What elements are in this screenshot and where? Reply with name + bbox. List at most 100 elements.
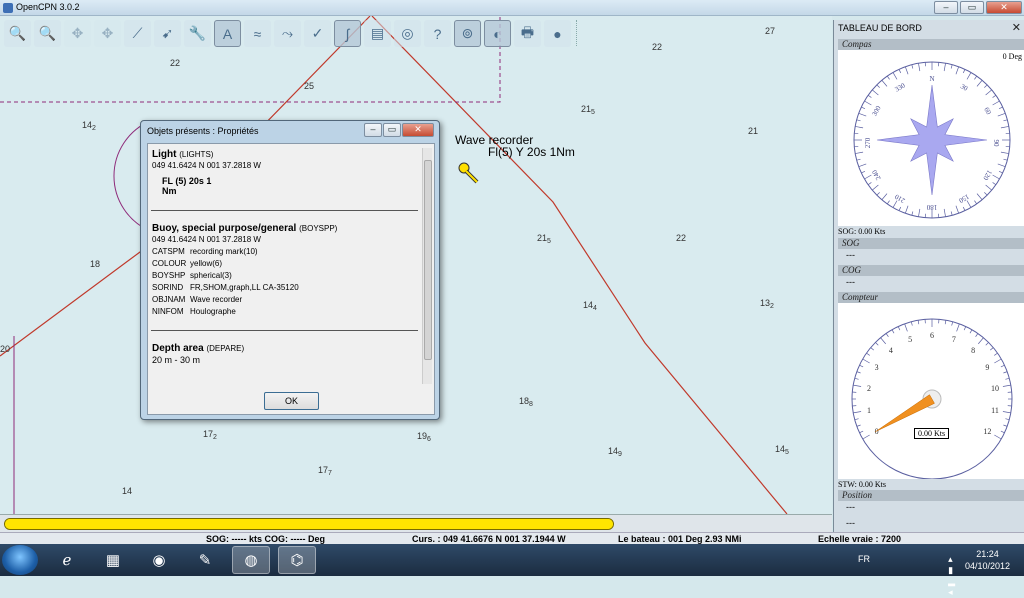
gauge-tick-label: 7 <box>952 335 956 344</box>
scale-in-icon[interactable]: ✥ <box>64 20 91 47</box>
attribute-value: FR,SHOM,graph,LL CA-35120 <box>190 283 299 292</box>
buoy-position: 049 41.6424 N 001 37.2818 W <box>152 235 421 244</box>
attribute-value: recording mark(10) <box>190 247 258 256</box>
depth-sounding: 25 <box>304 81 314 91</box>
light-fl-line2: Nm <box>162 186 421 196</box>
depth-sounding: 172 <box>203 429 217 441</box>
clock[interactable]: 21:2404/10/2012 <box>965 548 1010 572</box>
attribute-row: OBJNAMWave recorder <box>152 295 421 304</box>
attribute-key: CATSPM <box>152 247 190 256</box>
dialog-minimize-button[interactable]: – <box>364 123 382 137</box>
windows-taskbar: ℯ ▦ ◉ ✎ ◍ ⌬ FR ▴ ▮ ▂ ◂ 21:2404/10/2012 <box>0 544 1024 576</box>
ok-button[interactable]: OK <box>264 392 319 410</box>
dialog-scrollbar[interactable] <box>422 148 432 384</box>
buoy-name: Buoy, special purpose/general <box>152 223 296 234</box>
zoom-out-icon[interactable]: 🔍 <box>34 20 61 47</box>
ie-icon[interactable]: ℯ <box>48 546 86 574</box>
tray-icons[interactable]: ▴ ▮ ▂ ◂ <box>948 554 958 598</box>
settings-icon[interactable]: 🔧 <box>184 20 211 47</box>
info-bar: SOG: ----- kts COG: ----- Deg Curs. : 04… <box>0 532 1024 544</box>
depth-sounding: 27 <box>765 26 775 36</box>
help-icon[interactable]: ? <box>424 20 451 47</box>
scale-out-icon[interactable]: ✥ <box>94 20 121 47</box>
gauge-tick-label: 0 <box>875 427 879 436</box>
gauge-tick-label: 5 <box>908 335 912 344</box>
sog-cog-readout: SOG: ----- kts COG: ----- Deg <box>206 534 325 544</box>
track-icon[interactable]: ∫ <box>334 20 361 47</box>
route-icon[interactable]: ⟋ <box>124 20 151 47</box>
layers-icon[interactable]: ▤ <box>364 20 391 47</box>
attribute-key: COLOUR <box>152 259 190 268</box>
maximize-button[interactable]: ▭ <box>960 1 984 14</box>
depth-sounding: 142 <box>82 120 96 132</box>
opencpn-task-icon[interactable]: ⌬ <box>278 546 316 574</box>
scrollbar-thumb[interactable] <box>424 160 432 360</box>
current-icon[interactable]: ⤳ <box>274 20 301 47</box>
text-icon[interactable]: A <box>214 20 241 47</box>
attribute-key: OBJNAM <box>152 295 190 304</box>
attribute-value: yellow(6) <box>190 259 222 268</box>
compass-sog-label: SOG: 0.00 Kts <box>838 227 885 236</box>
gauge-tick-label: 3 <box>875 363 879 372</box>
toolbar-grip[interactable] <box>576 20 579 46</box>
gauge-tick-label: 1 <box>867 406 871 415</box>
depth-sounding: 22 <box>652 42 662 52</box>
globe-icon[interactable]: ◐ <box>484 20 511 47</box>
explorer-icon[interactable]: ▦ <box>94 546 132 574</box>
scale-readout: Echelle vraie : 7200 <box>818 534 901 544</box>
cog-header: COG <box>838 265 1024 276</box>
compass-tick-label: 90 <box>992 140 1000 148</box>
depth-sounding: 215 <box>537 233 551 245</box>
close-button[interactable]: ✕ <box>986 1 1022 14</box>
attribute-key: NINFOM <box>152 307 190 316</box>
language-indicator[interactable]: FR <box>858 554 870 564</box>
depth-sounding: 145 <box>775 444 789 456</box>
compass-tick-label: 180 <box>926 203 937 211</box>
attribute-value: spherical(3) <box>190 271 232 280</box>
about-icon[interactable]: ● <box>544 20 571 47</box>
paint-icon[interactable]: ✎ <box>186 546 224 574</box>
dialog-maximize-button[interactable]: ▭ <box>383 123 401 137</box>
minimize-button[interactable]: – <box>934 1 958 14</box>
object-list: Light (LIGHTS) 049 41.6424 N 001 37.2818… <box>151 147 421 387</box>
follow-ship-icon[interactable]: ➹ <box>154 20 181 47</box>
depth-sounding: 215 <box>581 104 595 116</box>
start-button[interactable] <box>2 545 38 575</box>
window-titlebar: OpenCPN 3.0.2 – ▭ ✕ <box>0 0 1024 16</box>
mob-icon[interactable]: ◎ <box>394 20 421 47</box>
dialog-close-button[interactable]: ✕ <box>402 123 434 137</box>
compass-heading: 0 Deg <box>1003 52 1022 61</box>
stw-label: STW: 0.00 Kts <box>838 480 886 489</box>
depth-range: 20 m - 30 m <box>152 355 421 365</box>
light-object: Light (LIGHTS) 049 41.6424 N 001 37.2818… <box>151 149 421 196</box>
position-header: Position <box>838 490 1024 501</box>
attribute-row: NINFOMHoulographe <box>152 307 421 316</box>
depth-code: (DEPARE) <box>206 344 244 353</box>
depth-sounding: 22 <box>676 233 686 243</box>
light-name: Light <box>152 149 176 160</box>
light-characteristic-label: Fl(5) Y 20s 1Nm <box>488 145 575 159</box>
gauge-tick-label: 6 <box>930 331 934 340</box>
object-properties-dialog: Objets présents : Propriétés – ▭ ✕ Light… <box>140 120 440 420</box>
chart-tide-icon[interactable]: ≈ <box>244 20 271 47</box>
attribute-key: BOYSHP <box>152 271 190 280</box>
media-icon[interactable]: ◉ <box>140 546 178 574</box>
dashboard-close-icon[interactable]: ✕ <box>1012 21 1021 34</box>
buoy-code: (BOYSPP) <box>299 224 337 233</box>
clock-time: 21:24 <box>965 548 1010 560</box>
attribute-row: BOYSHPspherical(3) <box>152 271 421 280</box>
quilt-icon[interactable]: ✓ <box>304 20 331 47</box>
window-title: OpenCPN 3.0.2 <box>16 2 80 12</box>
depth-sounding: 14 <box>122 486 132 496</box>
compass-instrument: 0 Deg N306090120150180210240270300330 <box>838 50 1024 226</box>
depth-sounding: 18 <box>90 259 100 269</box>
position-lon: --- <box>846 518 855 528</box>
print-icon[interactable]: 🖶 <box>514 20 541 47</box>
dashboard-icon[interactable]: ⊚ <box>454 20 481 47</box>
zoom-in-icon[interactable]: 🔍 <box>4 20 31 47</box>
depth-sounding: 177 <box>318 465 332 477</box>
gauge-tick-label: 11 <box>991 406 999 415</box>
chrome-icon[interactable]: ◍ <box>232 546 270 574</box>
gauge-tick-label: 4 <box>889 346 893 355</box>
attribute-row: COLOURyellow(6) <box>152 259 421 268</box>
